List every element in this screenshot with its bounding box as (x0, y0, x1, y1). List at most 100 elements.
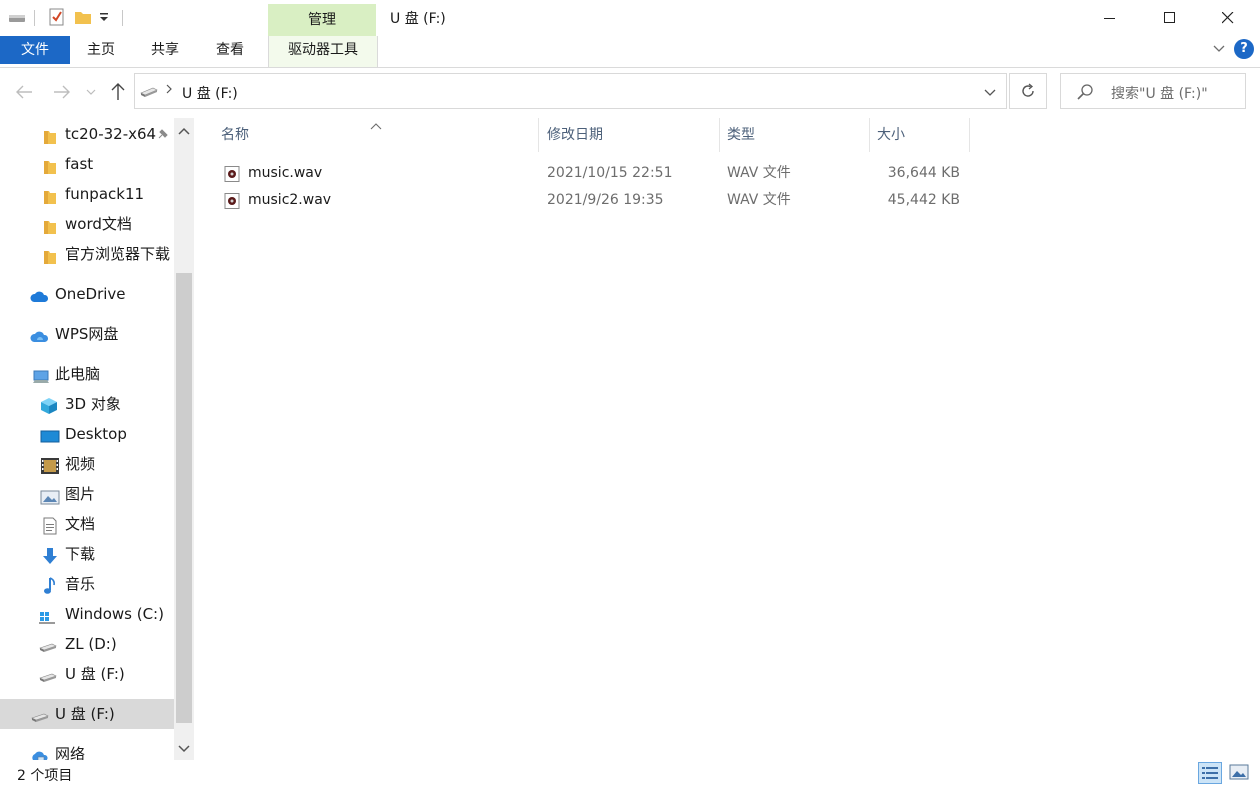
details-view-button[interactable] (1198, 762, 1222, 784)
address-bar[interactable]: U 盘 (F:) (134, 73, 1007, 109)
minimize-button[interactable] (1080, 0, 1140, 36)
drive-icon[interactable] (8, 8, 26, 26)
column-header-size[interactable]: 大小 (877, 118, 905, 152)
nav-item-drive-c[interactable]: Windows (C:) (0, 600, 174, 628)
sort-ascending-icon (370, 118, 382, 134)
column-header-type[interactable]: 类型 (727, 118, 755, 152)
tab-file[interactable]: 文件 (0, 36, 70, 64)
pin-icon (156, 120, 170, 150)
column-header-name[interactable]: 名称 (221, 118, 249, 152)
arrow-left-icon (16, 85, 32, 99)
search-input[interactable]: 搜索"U 盘 (F:)" (1060, 73, 1246, 109)
nav-item-videos[interactable]: 视频 (0, 450, 174, 478)
wps-cloud-icon (30, 326, 50, 342)
computer-icon (32, 366, 52, 383)
help-button[interactable]: ? (1234, 39, 1254, 59)
nav-item-browser-downloads[interactable]: 官方浏览器下载 (0, 240, 174, 268)
file-name: music2.wav (248, 192, 332, 208)
nav-item-onedrive[interactable]: OneDrive (0, 280, 174, 308)
nav-item-label: 官方浏览器下载 (65, 245, 171, 263)
properties-icon[interactable] (48, 8, 66, 26)
network-icon (30, 746, 50, 760)
nav-item-label: fast (65, 155, 94, 173)
onedrive-icon (30, 286, 50, 302)
nav-item-tc20[interactable]: tc20-32-x64 (0, 120, 174, 148)
chevron-up-icon (178, 127, 190, 135)
nav-item-network[interactable]: 网络 (0, 740, 174, 760)
nav-item-3d-objects[interactable]: 3D 对象 (0, 390, 174, 418)
nav-item-word[interactable]: word文档 (0, 210, 174, 238)
refresh-button[interactable] (1009, 73, 1047, 109)
scroll-down-button[interactable] (178, 742, 190, 758)
table-row[interactable]: music2.wav 2021/9/26 19:35 WAV 文件 45,442… (220, 187, 980, 213)
address-history-button[interactable] (983, 86, 997, 102)
nav-item-label: funpack11 (65, 185, 145, 203)
nav-item-drive-f[interactable]: U 盘 (F:) (0, 660, 174, 688)
maximize-button[interactable] (1140, 0, 1200, 36)
nav-item-label: U 盘 (F:) (55, 705, 115, 723)
nav-item-label: Desktop (65, 425, 127, 443)
file-size: 36,644 KB (887, 165, 960, 181)
tab-share[interactable]: 共享 (151, 36, 179, 64)
nav-item-label: 3D 对象 (65, 395, 121, 413)
column-header-modified[interactable]: 修改日期 (547, 118, 603, 152)
nav-item-label: tc20-32-x64 (65, 125, 157, 143)
up-button[interactable] (106, 80, 130, 104)
breadcrumb-current[interactable]: U 盘 (F:) (182, 83, 238, 103)
folder-icon (42, 156, 58, 174)
tab-manage[interactable]: 管理 (268, 4, 376, 36)
nav-item-wps[interactable]: WPS网盘 (0, 320, 174, 348)
pictures-icon (40, 486, 60, 505)
nav-item-label: word文档 (65, 215, 132, 233)
customize-toolbar-icon[interactable] (98, 10, 116, 28)
nav-item-label: 图片 (65, 485, 96, 503)
nav-item-label: 文档 (65, 515, 96, 533)
recent-locations-button[interactable] (82, 80, 100, 104)
folder-icon (42, 126, 58, 144)
expand-ribbon-button[interactable] (1212, 41, 1226, 59)
file-type: WAV 文件 (727, 165, 791, 181)
new-folder-icon[interactable] (74, 8, 92, 26)
tab-drive-tools[interactable]: 驱动器工具 (268, 36, 378, 67)
nav-item-documents[interactable]: 文档 (0, 510, 174, 538)
nav-item-pictures[interactable]: 图片 (0, 480, 174, 508)
file-type: WAV 文件 (727, 192, 791, 208)
chevron-down-icon (984, 89, 996, 96)
video-icon (40, 456, 60, 474)
large-icons-view-icon (1229, 764, 1249, 780)
file-modified: 2021/10/15 22:51 (547, 165, 673, 181)
breadcrumb-separator-icon[interactable] (165, 82, 173, 100)
status-bar: 2 个项目 (0, 760, 1260, 791)
nav-item-label: 网络 (55, 745, 86, 760)
close-button[interactable] (1198, 0, 1258, 36)
scroll-up-button[interactable] (178, 124, 190, 140)
chevron-down-icon (1213, 45, 1225, 52)
nav-item-desktop[interactable]: Desktop (0, 420, 174, 448)
3d-objects-icon (40, 396, 60, 414)
nav-item-music[interactable]: 音乐 (0, 570, 174, 598)
usb-drive-icon (30, 706, 50, 722)
nav-item-label: OneDrive (55, 285, 126, 303)
nav-item-fast[interactable]: fast (0, 150, 174, 178)
nav-item-downloads[interactable]: 下载 (0, 540, 174, 568)
drive-icon (38, 636, 58, 652)
back-button[interactable] (12, 80, 36, 104)
arrow-right-icon (54, 85, 70, 99)
nav-item-this-pc[interactable]: 此电脑 (0, 360, 174, 388)
tab-home[interactable]: 主页 (87, 36, 115, 64)
title-bar: 管理 U 盘 (F:) (0, 0, 1260, 36)
folder-icon (42, 186, 58, 204)
nav-item-label: 视频 (65, 455, 96, 473)
nav-item-label: 此电脑 (55, 365, 101, 383)
forward-button[interactable] (50, 80, 74, 104)
table-row[interactable]: music.wav 2021/10/15 22:51 WAV 文件 36,644… (220, 160, 980, 186)
tab-view[interactable]: 查看 (216, 36, 244, 64)
nav-item-usb-root[interactable]: U 盘 (F:) (0, 700, 174, 728)
large-icons-view-button[interactable] (1228, 762, 1252, 784)
windows-drive-icon (38, 606, 58, 624)
file-name: music.wav (248, 165, 323, 181)
nav-scrollbar-thumb[interactable] (176, 273, 192, 723)
nav-item-funpack11[interactable]: funpack11 (0, 180, 174, 208)
nav-item-drive-d[interactable]: ZL (D:) (0, 630, 174, 658)
nav-item-label: Windows (C:) (65, 605, 164, 623)
